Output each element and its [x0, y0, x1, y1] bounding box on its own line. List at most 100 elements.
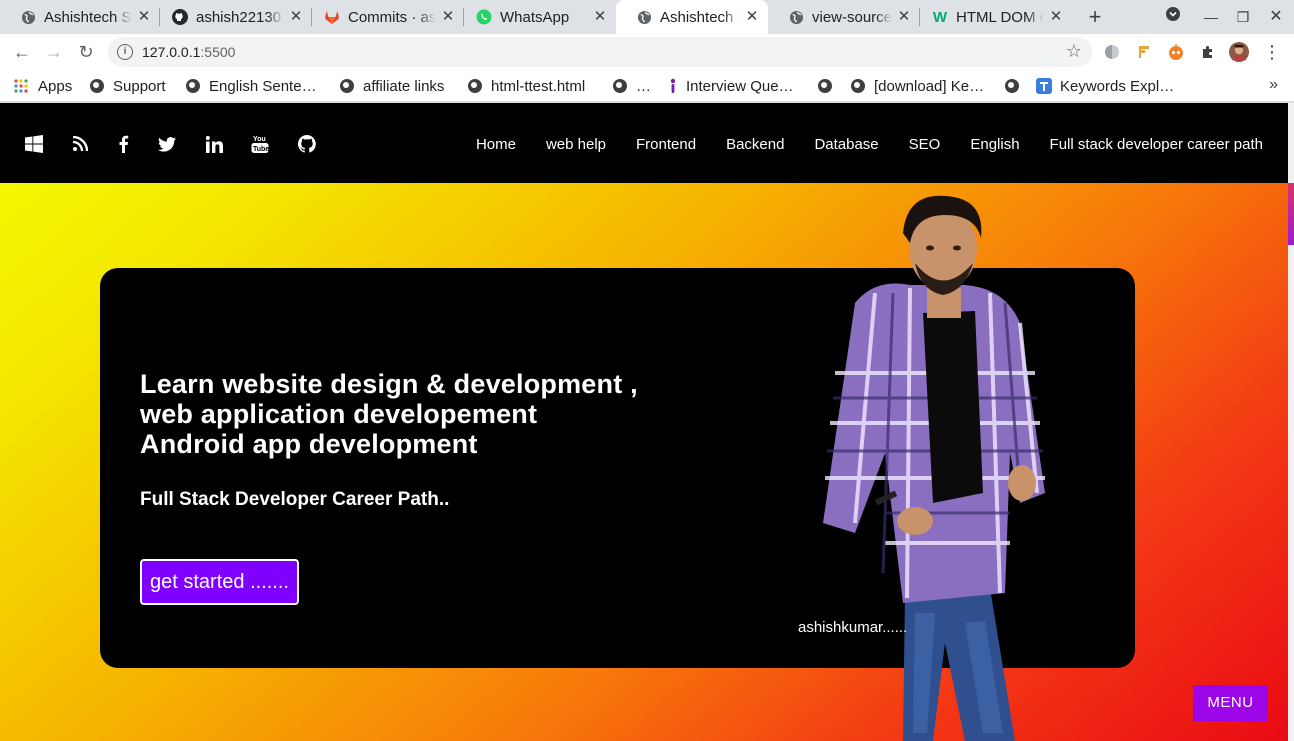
bookmark-support[interactable]: Support: [90, 76, 166, 96]
twitter-icon[interactable]: [157, 134, 177, 154]
tab-title: Ashishtech S: [660, 8, 740, 26]
bookmark-keywords-explorer[interactable]: Keywords Expl…: [1036, 76, 1174, 96]
facebook-icon[interactable]: [113, 134, 133, 154]
browser-tab-6[interactable]: W HTML DOM c ✕: [912, 0, 1072, 34]
address-bar[interactable]: i 127.0.0.1:5500 ☆: [108, 37, 1092, 67]
nav-link-frontend[interactable]: Frontend: [636, 136, 696, 153]
browser-tab-3[interactable]: WhatsApp ✕: [456, 0, 616, 34]
extension-robot-icon[interactable]: [1166, 42, 1186, 62]
nav-link-career-path[interactable]: Full stack developer career path: [1050, 136, 1263, 153]
minimize-icon[interactable]: —: [1200, 6, 1222, 28]
browser-tab-4[interactable]: Ashishtech S ✕: [616, 0, 768, 34]
bookmark-download[interactable]: [download] Ke…: [851, 76, 984, 96]
site-info-icon[interactable]: i: [117, 44, 133, 60]
author-portrait-image: [823, 195, 1045, 741]
browser-menu-icon[interactable]: ⋮: [1262, 42, 1282, 62]
back-icon[interactable]: ←: [8, 38, 36, 66]
bookmark-affiliate-links[interactable]: affiliate links: [340, 76, 444, 96]
svg-text:Tube: Tube: [253, 146, 269, 153]
bookmark-label: Interview Que…: [686, 77, 794, 95]
tab-search-icon[interactable]: [1162, 6, 1184, 28]
svg-text:You: You: [253, 136, 266, 143]
close-icon[interactable]: ✕: [744, 9, 760, 25]
url-host: 127.0.0.1: [142, 44, 201, 60]
tab-title: Ashishtech S: [44, 8, 132, 26]
w3schools-icon: W: [932, 8, 948, 26]
globe-icon: [186, 79, 200, 93]
nav-link-backend[interactable]: Backend: [726, 136, 784, 153]
bookmark-star-icon[interactable]: ☆: [1066, 41, 1082, 62]
profile-avatar[interactable]: [1229, 42, 1249, 62]
close-icon[interactable]: ✕: [1048, 9, 1064, 25]
globe-icon: [90, 79, 104, 93]
close-icon[interactable]: ✕: [136, 9, 152, 25]
page-scrollbar-thumb[interactable]: [1288, 183, 1294, 245]
extensions-puzzle-icon[interactable]: [1198, 42, 1218, 62]
get-started-button[interactable]: get started .......: [140, 559, 299, 605]
windows-icon[interactable]: [24, 134, 44, 154]
window-close-icon[interactable]: ✕: [1265, 6, 1287, 28]
info-pin-icon: [667, 78, 679, 94]
nav-link-database[interactable]: Database: [814, 136, 878, 153]
nav-link-english[interactable]: English: [970, 136, 1019, 153]
globe-icon: [340, 79, 354, 93]
reload-icon[interactable]: ↻: [72, 38, 100, 66]
extension-shield-icon[interactable]: [1102, 42, 1122, 62]
github-icon[interactable]: [297, 134, 317, 154]
author-caption: ashishkumar......: [798, 619, 908, 636]
hero-subtitle: Full Stack Developer Career Path..: [140, 489, 450, 510]
bookmark-apps[interactable]: Apps: [14, 76, 72, 96]
hero-title: Learn website design & development , web…: [140, 369, 638, 459]
bookmark-unnamed-2[interactable]: [1005, 76, 1028, 96]
keywords-t-icon: [1036, 78, 1052, 94]
url-port: :5500: [200, 44, 236, 60]
site-navbar: You Tube Home web help Frontend Backend D…: [0, 103, 1288, 183]
browser-tab-1[interactable]: ashish22130 ✕: [152, 0, 312, 34]
forward-icon[interactable]: →: [40, 38, 68, 66]
linkedin-icon[interactable]: [204, 134, 224, 154]
gitlab-icon: [324, 9, 340, 25]
browser-tab-strip: Ashishtech S ✕ ashish22130 ✕ Commits · a…: [0, 0, 1294, 34]
browser-tab-5[interactable]: view-source: ✕: [768, 0, 920, 34]
hero-title-line-3: Android app development: [140, 429, 478, 459]
globe-icon: [20, 9, 36, 25]
close-icon[interactable]: ✕: [288, 9, 304, 25]
close-icon[interactable]: ✕: [592, 9, 608, 25]
bookmarks-overflow-icon[interactable]: »: [1269, 76, 1278, 94]
new-tab-button[interactable]: +: [1084, 6, 1106, 28]
bookmark-label: …: [636, 77, 651, 95]
menu-button[interactable]: MENU: [1193, 685, 1268, 721]
globe-icon: [851, 79, 865, 93]
address-url: 127.0.0.1:5500: [142, 44, 235, 60]
bookmark-label: English Sente…: [209, 77, 317, 95]
rss-icon[interactable]: [70, 134, 90, 154]
bookmark-ellipsis[interactable]: …: [613, 76, 651, 96]
tab-title: Commits · as: [348, 8, 436, 26]
bookmark-interview-questions[interactable]: Interview Que…: [667, 76, 794, 96]
bookmark-label: html-ttest.html: [491, 77, 586, 95]
site-nav-links: Home web help Frontend Backend Database …: [476, 136, 1263, 153]
close-icon[interactable]: ✕: [896, 9, 912, 25]
page-viewport: You Tube Home web help Frontend Backend D…: [0, 103, 1288, 741]
bookmark-label: [download] Ke…: [874, 77, 985, 95]
browser-tab-2[interactable]: Commits · as ✕: [304, 0, 464, 34]
bookmark-english-sentences[interactable]: English Sente…: [186, 76, 317, 96]
youtube-icon[interactable]: You Tube: [250, 134, 270, 154]
nav-link-web-help[interactable]: web help: [546, 136, 606, 153]
apps-grid-icon: [14, 79, 28, 93]
restore-icon[interactable]: ❐: [1232, 6, 1254, 28]
globe-icon: [1005, 79, 1019, 93]
close-icon[interactable]: ✕: [440, 9, 456, 25]
globe-icon: [468, 79, 482, 93]
whatsapp-icon: [476, 9, 492, 25]
bookmark-label: affiliate links: [363, 77, 445, 95]
bookmark-label: Keywords Expl…: [1060, 77, 1175, 95]
nav-link-seo[interactable]: SEO: [909, 136, 941, 153]
globe-icon: [818, 79, 832, 93]
bookmark-unnamed-1[interactable]: [818, 76, 841, 96]
nav-link-home[interactable]: Home: [476, 136, 516, 153]
browser-tab-0[interactable]: Ashishtech S ✕: [0, 0, 160, 34]
browser-toolbar: ← → ↻ i 127.0.0.1:5500 ☆ ⋮: [0, 34, 1294, 70]
extension-flag-icon[interactable]: [1134, 42, 1154, 62]
bookmark-html-ttest[interactable]: html-ttest.html: [468, 76, 585, 96]
